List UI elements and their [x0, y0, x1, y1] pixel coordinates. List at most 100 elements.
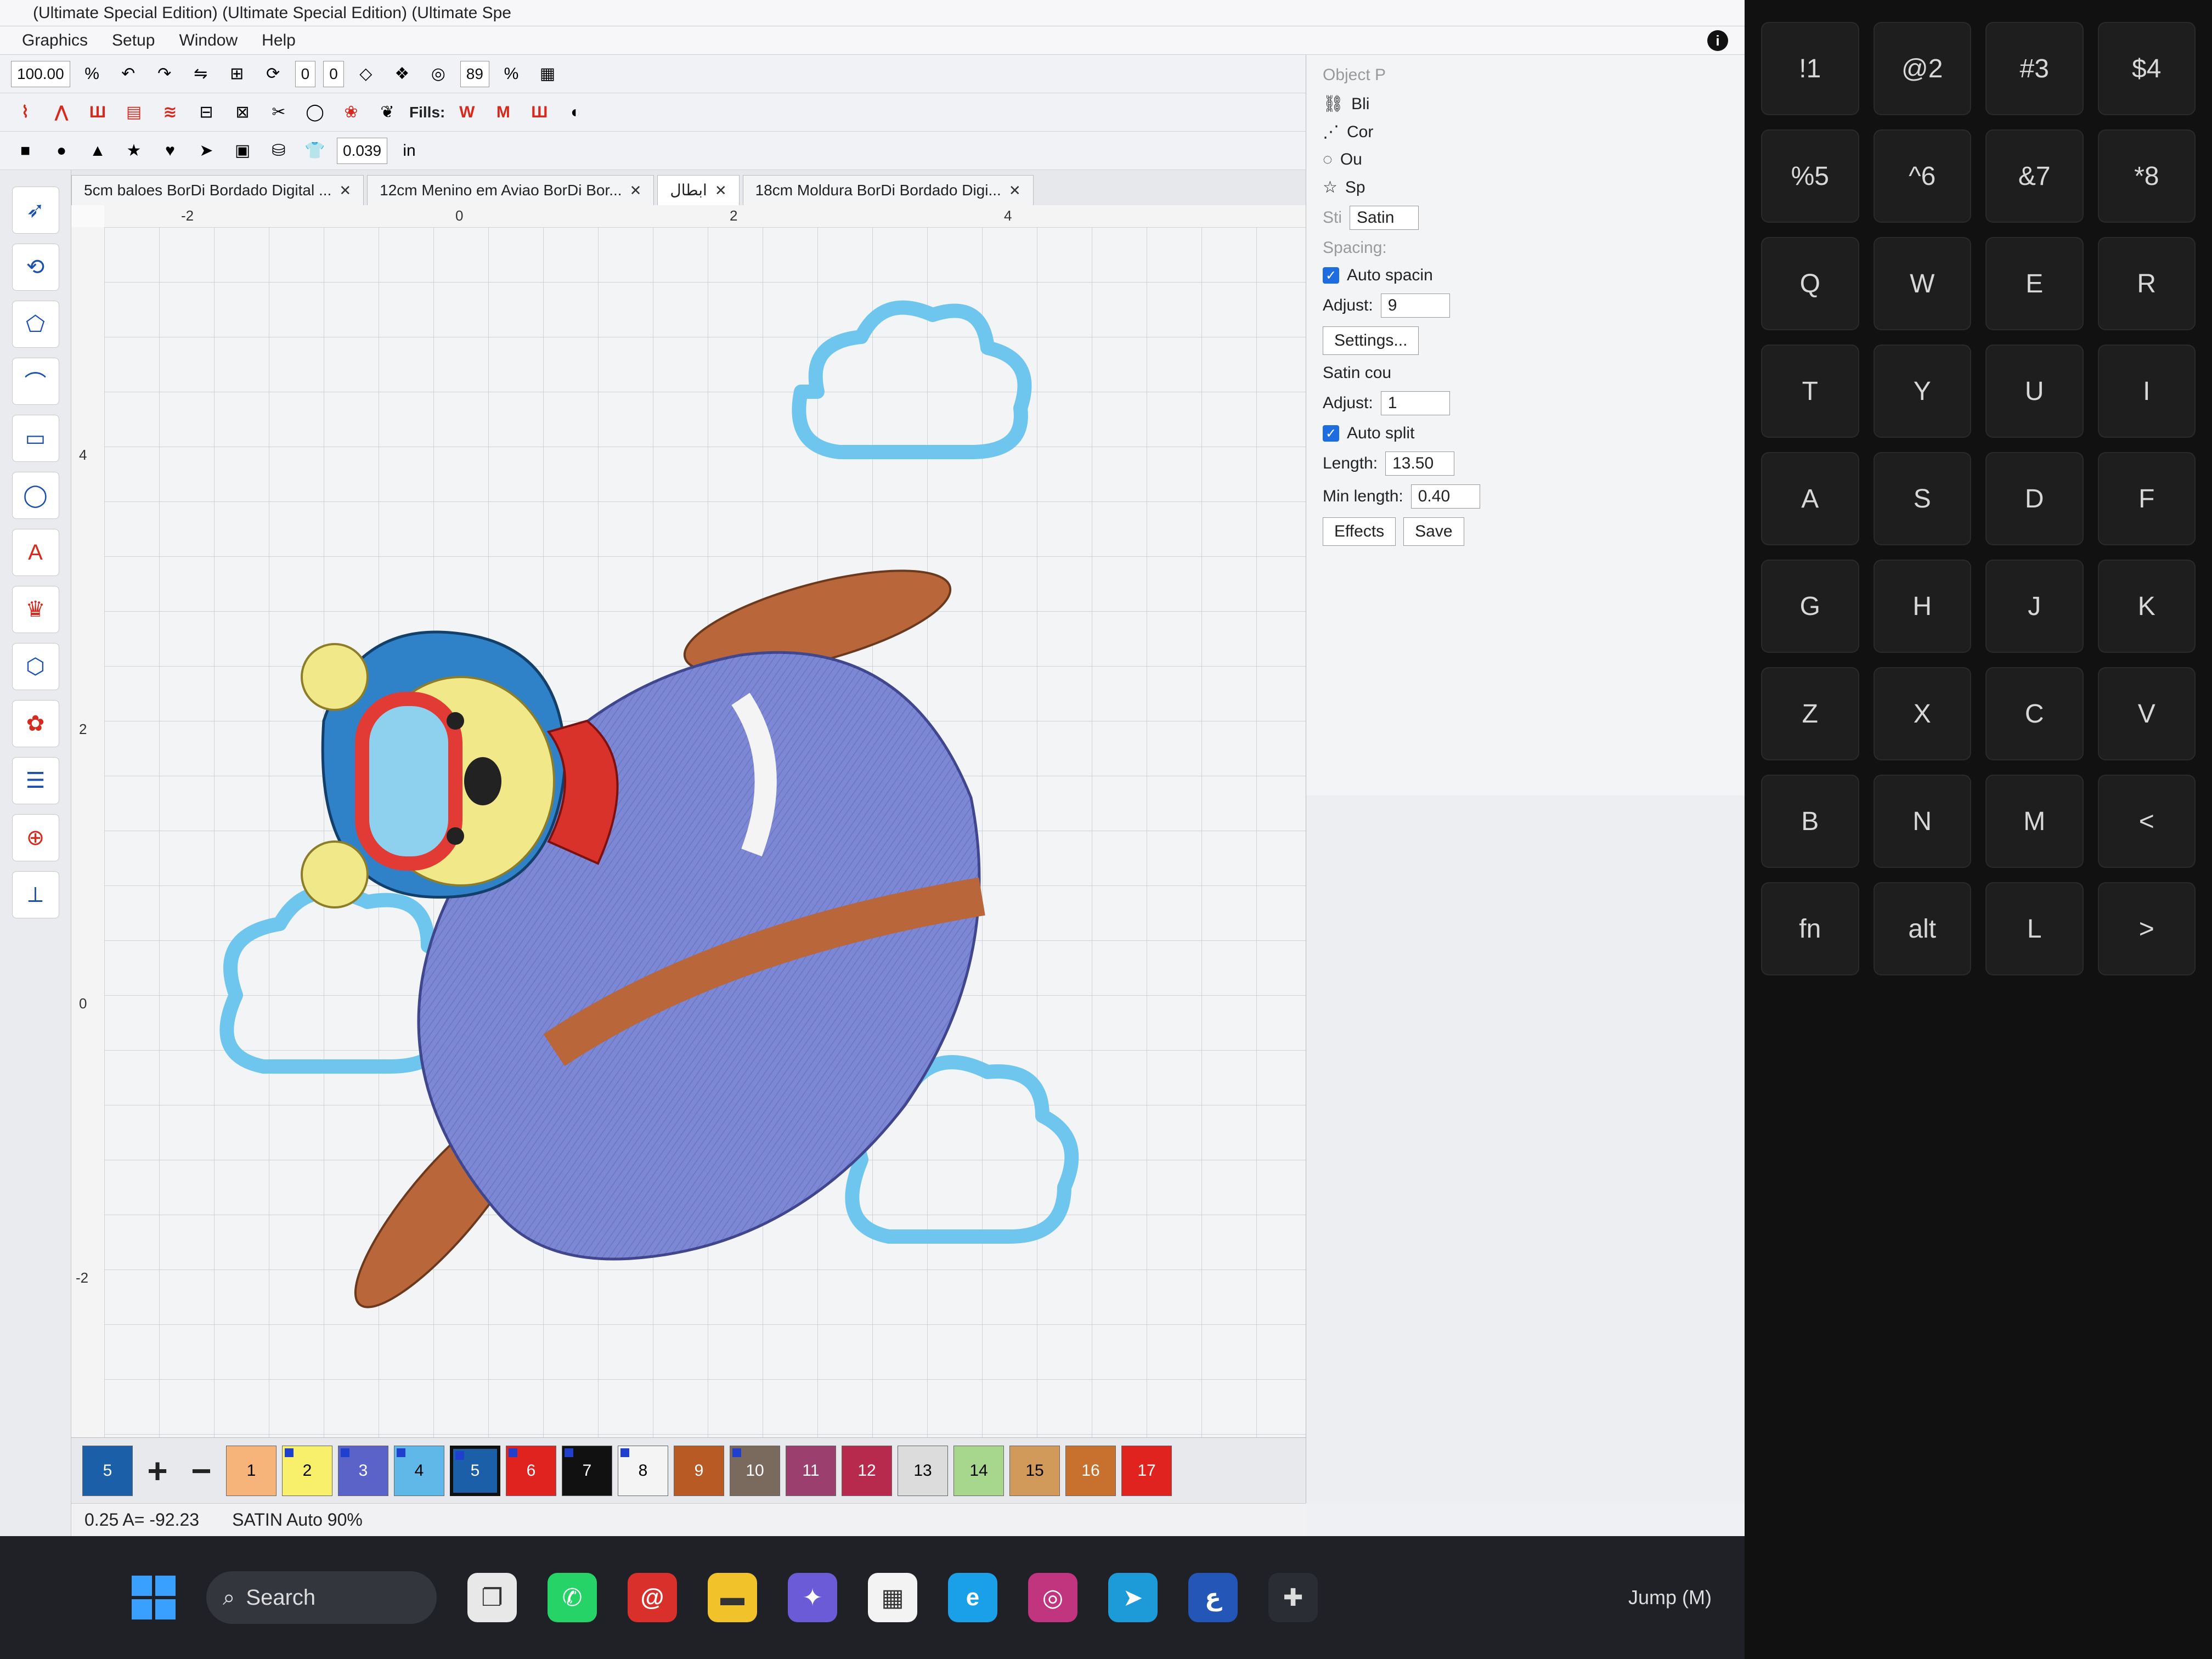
store-icon[interactable]: ▦ — [868, 1573, 917, 1622]
rectangle-tool-icon[interactable]: ▭ — [12, 415, 59, 462]
stitch-type-select[interactable]: Satin — [1350, 206, 1419, 230]
language-icon[interactable]: ع — [1188, 1573, 1238, 1622]
auto-split-checkbox[interactable]: ✓ — [1323, 425, 1339, 442]
motif-tool-icon[interactable]: ✿ — [12, 700, 59, 747]
menu-setup[interactable]: Setup — [112, 31, 155, 50]
measure-tool-icon[interactable]: ⟂ — [12, 871, 59, 918]
task-view-icon[interactable]: ❐ — [467, 1573, 517, 1622]
group-icon[interactable]: ❖ — [388, 60, 416, 88]
table-icon[interactable]: ▦ — [533, 60, 562, 88]
property-item[interactable]: ⛓ Bli — [1323, 94, 1728, 114]
embroidery-design[interactable] — [104, 227, 1306, 1437]
square-icon[interactable]: ■ — [11, 137, 40, 165]
info-icon[interactable]: i — [1707, 30, 1728, 51]
leaf-icon[interactable]: ❦ — [373, 98, 402, 127]
property-item[interactable]: ⋰ Cor — [1323, 122, 1728, 142]
file-explorer-icon[interactable]: ▬ — [708, 1573, 757, 1622]
add-color-button[interactable]: + — [138, 1451, 177, 1491]
satin-stitch-icon[interactable]: Ш — [83, 98, 112, 127]
color-swatch[interactable]: 3 — [338, 1445, 388, 1496]
color-swatch[interactable]: 14 — [953, 1445, 1004, 1496]
fill-type-3-icon[interactable]: Ш — [525, 98, 554, 127]
motif-icon[interactable]: ❀ — [337, 98, 365, 127]
copilot-icon[interactable]: ✦ — [788, 1573, 837, 1622]
menu-window[interactable]: Window — [179, 31, 238, 50]
bear-ear-top[interactable] — [301, 643, 369, 711]
mail-app-icon[interactable]: @ — [628, 1573, 677, 1622]
color-swatch[interactable]: 4 — [394, 1445, 444, 1496]
bucket-icon[interactable]: ⛁ — [264, 137, 293, 165]
effects-button[interactable]: Effects — [1323, 517, 1396, 546]
arrow-icon[interactable]: ➤ — [192, 137, 221, 165]
close-icon[interactable]: ✕ — [339, 176, 351, 205]
auto-spacing-checkbox[interactable]: ✓ — [1323, 267, 1339, 284]
arrange-icon[interactable]: ⊟ — [192, 98, 221, 127]
auto-split-row[interactable]: ✓ Auto split — [1323, 424, 1728, 443]
polygon-tool-icon[interactable]: ⬠ — [12, 301, 59, 348]
color-swatch[interactable]: 9 — [674, 1445, 724, 1496]
pilot-goggles[interactable] — [355, 692, 462, 871]
color-swatch[interactable]: 1 — [226, 1445, 276, 1496]
align-icon[interactable]: ⊞ — [223, 60, 251, 88]
min-length-field[interactable]: 0.40 — [1410, 484, 1480, 509]
telegram-icon[interactable]: ➤ — [1108, 1573, 1158, 1622]
close-icon[interactable]: ✕ — [630, 176, 642, 205]
fill-type-2-icon[interactable]: M — [489, 98, 517, 127]
adjust2-field[interactable]: 1 — [1380, 391, 1450, 415]
applique-tool-icon[interactable]: ⬡ — [12, 643, 59, 690]
close-icon[interactable]: ✕ — [715, 176, 727, 205]
mirror-icon[interactable]: ⇋ — [187, 60, 215, 88]
star-icon[interactable]: ★ — [120, 137, 148, 165]
instagram-icon[interactable]: ◎ — [1028, 1573, 1077, 1622]
width-field[interactable]: 0.039 — [337, 137, 388, 164]
fill-type-1-icon[interactable]: W — [453, 98, 481, 127]
lettering-tool-icon[interactable]: A — [12, 529, 59, 576]
curve-tool-icon[interactable]: ⌒ — [12, 358, 59, 405]
rotate-icon[interactable]: ⟳ — [259, 60, 287, 88]
color-swatch[interactable]: 8 — [618, 1445, 668, 1496]
ring-icon[interactable]: ◯ — [301, 98, 329, 127]
running-stitch-icon[interactable]: ⌇ — [11, 98, 40, 127]
shirt-icon[interactable]: 👕 — [301, 137, 329, 165]
taskbar-search[interactable]: ⌕ Search — [206, 1571, 437, 1624]
property-item[interactable]: ☆ Sp — [1323, 178, 1728, 197]
fill-stitch-icon[interactable]: ▤ — [120, 98, 148, 127]
close-icon[interactable]: ✕ — [1009, 176, 1021, 205]
color-swatch-selected[interactable]: 5 — [450, 1445, 500, 1496]
monogram-tool-icon[interactable]: ♛ — [12, 586, 59, 633]
whatsapp-icon[interactable]: ✆ — [548, 1573, 597, 1622]
color-swatch[interactable]: 6 — [506, 1445, 556, 1496]
select-tool-icon[interactable]: ➶ — [12, 187, 59, 234]
menu-graphics[interactable]: Graphics — [22, 31, 88, 50]
trim-icon[interactable]: ✂ — [264, 98, 293, 127]
embroidery-app-icon[interactable]: ✚ — [1268, 1573, 1318, 1622]
current-color-swatch[interactable]: 5 — [82, 1445, 133, 1496]
color-swatch[interactable]: 10 — [730, 1445, 780, 1496]
hoop-icon[interactable]: ◎ — [424, 60, 453, 88]
settings-button[interactable]: Settings... — [1323, 326, 1419, 355]
color-swatch[interactable]: 11 — [786, 1445, 836, 1496]
design-tool-icon[interactable]: ☰ — [12, 757, 59, 804]
angle-field[interactable]: 0 — [295, 60, 316, 87]
windows-start-icon[interactable] — [132, 1576, 176, 1620]
density-field[interactable]: 89 — [460, 60, 489, 87]
length-field[interactable]: 13.50 — [1385, 452, 1455, 476]
color-wheel-icon[interactable]: ◐ — [561, 98, 590, 127]
doc-tab-active[interactable]: ابطال ✕ — [657, 175, 740, 205]
circle-icon[interactable]: ● — [47, 137, 76, 165]
doc-tab-menino[interactable]: 12cm Menino em Aviao BorDi Bor... ✕ — [367, 175, 654, 205]
heart-icon[interactable]: ♥ — [156, 137, 184, 165]
doc-tab-baloes[interactable]: 5cm baloes BorDi Bordado Digital ... ✕ — [71, 175, 364, 205]
picture-icon[interactable]: ▣ — [228, 137, 257, 165]
bear-ear-bottom[interactable] — [301, 840, 369, 909]
property-item[interactable]: ◌ Ou — [1323, 150, 1728, 169]
pattern-stitch-icon[interactable]: ≋ — [156, 98, 184, 127]
color-swatch[interactable]: 7 — [562, 1445, 612, 1496]
rotation-field[interactable]: 0 — [323, 60, 344, 87]
reshape-tool-icon[interactable]: ⟲ — [12, 244, 59, 291]
node-icon[interactable]: ◇ — [352, 60, 380, 88]
color-swatch[interactable]: 2 — [282, 1445, 332, 1496]
remove-color-button[interactable]: − — [182, 1451, 221, 1491]
auto-spacing-row[interactable]: ✓ Auto spacin — [1323, 266, 1728, 285]
order-icon[interactable]: ⊠ — [228, 98, 257, 127]
